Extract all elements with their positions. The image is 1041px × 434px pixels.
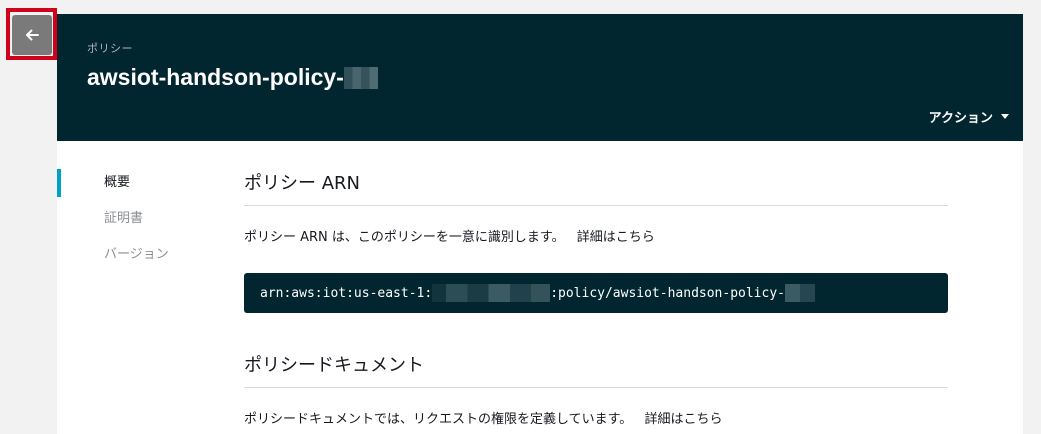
side-nav: 概要 証明書 バージョン [57, 169, 207, 277]
arn-learn-more-link[interactable]: 詳細はこちら [577, 230, 655, 245]
back-button[interactable] [12, 15, 52, 55]
actions-dropdown-button[interactable]: アクション [929, 107, 1009, 126]
document-section-title: ポリシードキュメント [244, 351, 948, 388]
arn-section-description: ポリシー ARN は、このポリシーを一意に識別します。 詳細はこちら [244, 226, 948, 245]
nav-item-label: 概要 [104, 175, 131, 190]
page-title-text: awsiot-handson-policy- [87, 64, 344, 90]
caret-down-icon [1001, 114, 1009, 119]
nav-item-label: バージョン [104, 247, 169, 262]
redacted-policy-suffix [343, 66, 378, 89]
document-learn-more-link[interactable]: 詳細はこちら [644, 412, 722, 427]
arn-description-text: ポリシー ARN は、このポリシーを一意に識別します。 [244, 230, 565, 245]
page-header: ポリシー awsiot-handson-policy- アクション [57, 14, 1023, 141]
arrow-left-icon [26, 29, 39, 41]
nav-item-label: 証明書 [104, 211, 144, 226]
actions-label: アクション [928, 111, 993, 126]
nav-item-versions[interactable]: バージョン [57, 241, 207, 277]
arn-prefix: arn:aws:iot:us-east-1: [260, 285, 433, 301]
arn-section-title: ポリシー ARN [244, 169, 948, 206]
page: ポリシー awsiot-handson-policy- アクション 概要 証明書… [0, 0, 1041, 434]
document-section-description: ポリシードキュメントでは、リクエストの権限を定義しています。 詳細はこちら [244, 408, 948, 427]
document-description-text: ポリシードキュメントでは、リクエストの権限を定義しています。 [244, 412, 633, 427]
page-title: awsiot-handson-policy- [87, 64, 378, 91]
redacted-account-id [432, 284, 551, 302]
redacted-arn-suffix [785, 284, 815, 302]
main-content: ポリシー ARN ポリシー ARN は、このポリシーを一意に識別します。 詳細は… [244, 169, 948, 427]
breadcrumb: ポリシー [87, 42, 133, 55]
policy-arn-value[interactable]: arn:aws:iot:us-east-1: :policy/awsiot-ha… [244, 273, 948, 313]
nav-item-certificates[interactable]: 証明書 [57, 205, 207, 241]
arn-policy-path: :policy/awsiot-handson-policy- [550, 285, 785, 301]
policy-detail-card: ポリシー awsiot-handson-policy- アクション 概要 証明書… [57, 14, 1023, 434]
nav-item-overview[interactable]: 概要 [57, 169, 207, 205]
policy-document-section: ポリシードキュメント ポリシードキュメントでは、リクエストの権限を定義しています… [244, 351, 948, 427]
